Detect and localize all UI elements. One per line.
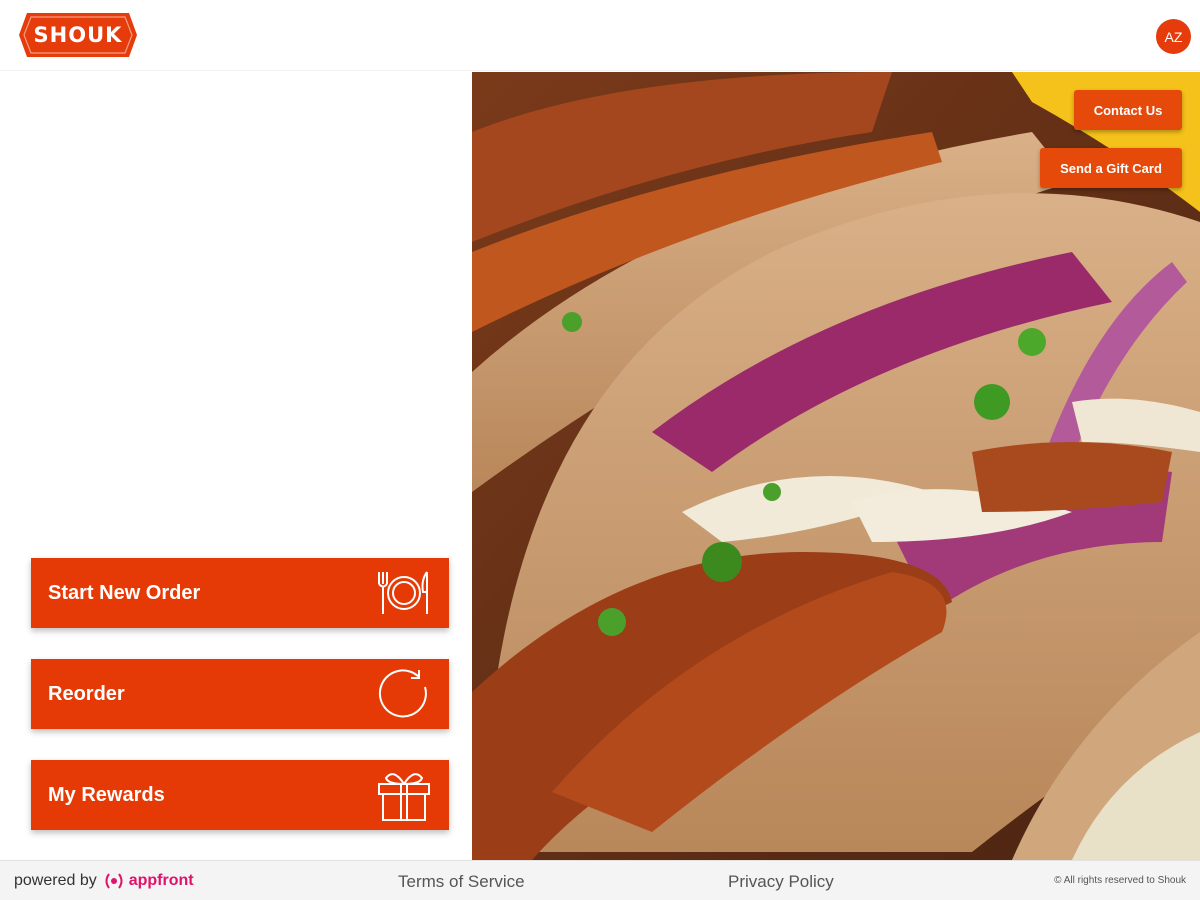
powered-by[interactable]: powered by appfront: [14, 872, 194, 890]
terms-of-service-link[interactable]: Terms of Service: [398, 872, 525, 892]
reorder-label: Reorder: [48, 682, 125, 705]
gift-icon: [375, 768, 433, 822]
left-panel: Start New Order Reorder My Rewards: [0, 72, 472, 860]
contact-us-button[interactable]: Contact Us: [1074, 90, 1182, 130]
appfront-text: appfront: [128, 872, 194, 889]
appfront-brand: appfront: [103, 872, 194, 890]
send-gift-card-button[interactable]: Send a Gift Card: [1040, 148, 1182, 188]
shouk-logo[interactable]: SHOUK: [19, 5, 137, 65]
appfront-logo-icon: [103, 872, 125, 890]
powered-by-text: powered by: [14, 872, 97, 889]
refresh-icon: [375, 667, 433, 721]
pita-food-illustration: [472, 72, 1200, 860]
copyright-text: © All rights reserved to Shouk: [1054, 875, 1186, 886]
start-new-order-label: Start New Order: [48, 581, 201, 604]
my-rewards-button[interactable]: My Rewards: [31, 760, 449, 830]
plate-utensils-icon: [375, 566, 433, 620]
footer: powered by appfront Terms of Service Pri…: [0, 860, 1200, 900]
hero-food-image: Contact Us Send a Gift Card: [472, 72, 1200, 860]
privacy-policy-link[interactable]: Privacy Policy: [728, 872, 834, 892]
user-avatar[interactable]: AZ: [1156, 19, 1191, 54]
my-rewards-label: My Rewards: [48, 783, 165, 806]
logo-text: SHOUK: [33, 23, 123, 47]
top-header: SHOUK AZ: [0, 0, 1200, 71]
reorder-button[interactable]: Reorder: [31, 659, 449, 729]
start-new-order-button[interactable]: Start New Order: [31, 558, 449, 628]
